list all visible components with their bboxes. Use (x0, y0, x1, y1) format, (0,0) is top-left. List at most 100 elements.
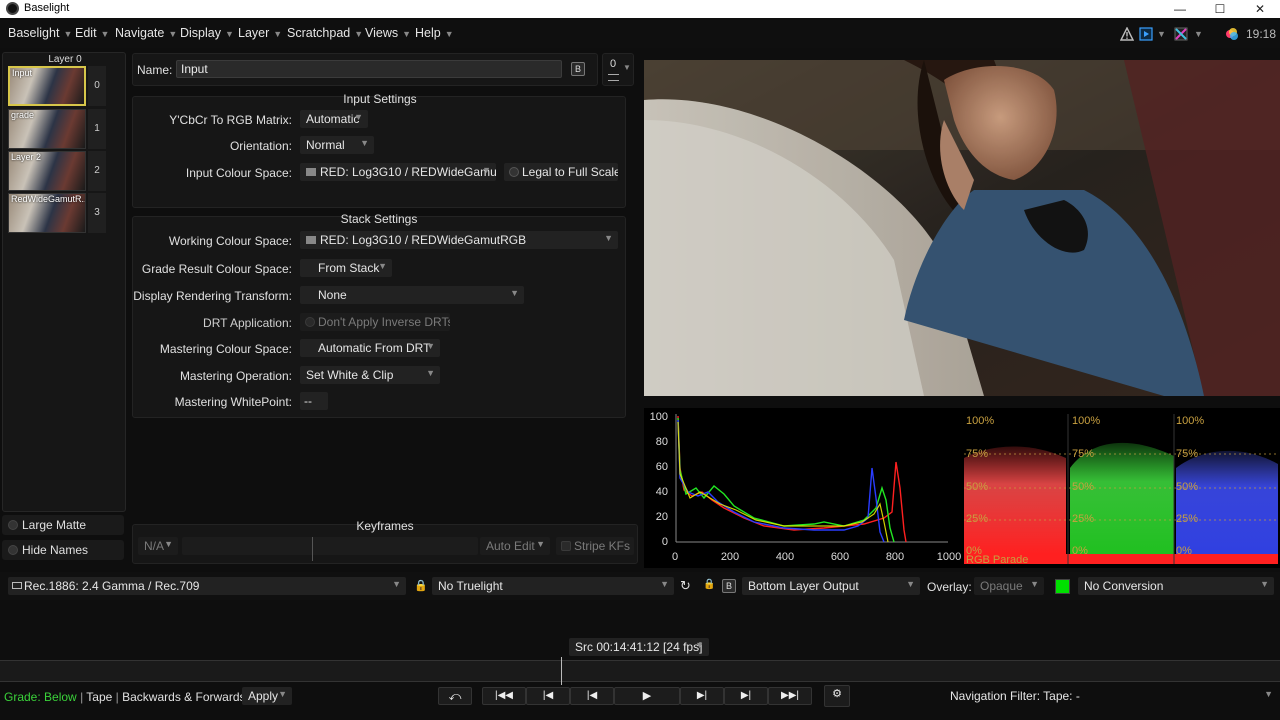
color-check-chevron-icon[interactable]: ▼ (1194, 29, 1203, 39)
next-shot-button[interactable]: ▶| (724, 687, 768, 705)
close-button[interactable]: ✕ (1240, 0, 1280, 18)
histogram-scope: 100 80 60 40 20 0 0 200 400 600 800 1000 (644, 408, 962, 568)
ycbcr-dropdown[interactable]: Automatic ▼ (300, 110, 368, 128)
window-title: Baselight (24, 2, 70, 14)
layer-thumbnail-1[interactable]: grade (8, 109, 86, 149)
mastering-colour-space-label: Mastering Colour Space: (159, 342, 292, 356)
orientation-label: Orientation: (229, 139, 292, 153)
layer-name-input[interactable] (176, 60, 562, 78)
undo-transport-button[interactable]: ⤺ (438, 687, 472, 705)
layer-thumbnail-3[interactable]: RedWideGamutR... (8, 193, 86, 233)
parade-red-75: 75% (966, 448, 988, 460)
drt-dropdown[interactable]: None ▼ (300, 286, 524, 304)
menu-navigate[interactable]: Navigate ▼ (115, 26, 177, 40)
hist-x-tick-800: 800 (886, 551, 904, 563)
timecode-dropdown[interactable]: Src 00:14:41:12 [24 fps] ▼ (569, 638, 709, 656)
lock-icon[interactable]: 🔒 (414, 579, 428, 593)
drt-radio-icon (305, 317, 315, 327)
mastering-operation-dropdown[interactable]: Set White & Clip ▼ (300, 366, 440, 384)
rgb-parade-scope: 100% 100% 100% 75% 75% 75% 50% 50% 50% 2… (962, 408, 1280, 568)
menu-help[interactable]: Help ▼ (415, 26, 454, 40)
layer-thumbnail-2[interactable]: Layer 2 (8, 151, 86, 191)
mastering-colour-space-dropdown[interactable]: Automatic From DRT ▼ (300, 339, 440, 357)
hist-y-tick-80: 80 (656, 436, 668, 448)
refresh-icon[interactable]: ↻ (680, 578, 691, 594)
parade-blue-75: 75% (1176, 448, 1198, 460)
large-matte-toggle[interactable]: Large Matte (2, 515, 124, 535)
grade-result-colour-space-dropdown[interactable]: From Stack ▼ (300, 259, 392, 277)
hist-luma-curve (677, 421, 889, 543)
mastering-operation-label: Mastering Operation: (179, 369, 292, 383)
colour-wheel-icon[interactable] (1225, 27, 1239, 41)
warning-icon[interactable] (1120, 27, 1134, 41)
parade-label: RGB Parade (966, 554, 1028, 566)
input-colour-space-label: Input Colour Space: (185, 166, 292, 180)
viewer-mode-chevron-icon[interactable]: ▼ (1157, 29, 1166, 39)
output-badge-icon[interactable]: B (722, 579, 736, 593)
keyframe-na-dropdown[interactable]: N/A ▼ (138, 537, 178, 555)
auto-edit-dropdown[interactable]: Auto Edit ▼ (480, 537, 550, 555)
go-to-end-button[interactable]: ▶▶| (768, 687, 812, 705)
go-to-start-button[interactable]: |◀◀ (482, 687, 526, 705)
step-forward-button[interactable]: ▶| (680, 687, 724, 705)
drt-application-toggle[interactable]: Don't Apply Inverse DRTs (300, 313, 450, 331)
conversion-dropdown[interactable]: No Conversion ▼ (1078, 577, 1274, 595)
input-settings-title: Input Settings (343, 92, 417, 106)
viewer-mode-icon[interactable] (1139, 27, 1153, 41)
menu-baselight[interactable]: Baselight ▼ (8, 26, 72, 40)
orientation-dropdown[interactable]: Normal ▼ (300, 136, 374, 154)
working-space-icon (306, 236, 316, 244)
grade-result-colour-space-label: Grade Result Colour Space: (141, 262, 292, 276)
apply-dropdown[interactable]: Apply ▼ (242, 687, 292, 705)
minimize-button[interactable]: — (1160, 0, 1200, 18)
truelight-dropdown[interactable]: No Truelight ▼ (432, 577, 674, 595)
mastering-whitepoint-dropdown[interactable]: -- (300, 392, 328, 410)
stripe-radio-icon (561, 541, 571, 551)
menu-layer[interactable]: Layer ▼ (238, 26, 282, 40)
stack-counter-button[interactable]: 0 ▼ (602, 53, 634, 86)
timeline-scrubber[interactable] (0, 657, 1280, 685)
clock: 19:18 (1246, 27, 1277, 41)
display-transform-dropdown[interactable]: Rec.1886: 2.4 Gamma / Rec.709 ▼ (8, 577, 406, 595)
menu-display[interactable]: Display ▼ (180, 26, 234, 40)
layer-thumbnail-0[interactable]: Input (8, 66, 86, 106)
stripe-kfs-toggle[interactable]: Stripe KFs (556, 537, 634, 555)
hide-names-toggle[interactable]: Hide Names (2, 540, 124, 560)
parade-green-75: 75% (1072, 448, 1094, 460)
histogram-chart: 100 80 60 40 20 0 0 200 400 600 800 1000 (650, 411, 962, 563)
hist-x-tick-200: 200 (721, 551, 739, 563)
overlay-colour-swatch[interactable] (1055, 579, 1070, 594)
layers-header: Layer 0 (48, 54, 82, 65)
input-colour-space-dropdown[interactable]: RED: Log3G10 / REDWideGamu ▼ (300, 163, 496, 181)
step-back-button[interactable]: |◀ (570, 687, 614, 705)
play-button[interactable]: ▶ (614, 687, 680, 705)
maximize-button[interactable]: ☐ (1200, 0, 1240, 18)
layer-number-0: 0 (88, 66, 106, 106)
menu-scratchpad[interactable]: Scratchpad ▼ (287, 26, 363, 40)
name-bar-badge-icon[interactable]: B (571, 62, 585, 76)
color-check-icon[interactable] (1174, 27, 1188, 41)
layer-number-1: 1 (88, 109, 106, 149)
grade-mode[interactable]: Grade: Below | Tape | Backwards & Forwar… (4, 690, 258, 704)
overlay-dropdown[interactable]: Opaque ▼ (974, 577, 1044, 595)
layer-number-2: 2 (88, 151, 106, 191)
parade-blue-25: 25% (1176, 513, 1198, 525)
legal-to-full-scale-toggle[interactable]: Legal to Full Scale (504, 163, 618, 181)
link-settings-icon[interactable]: ⚙ (824, 685, 850, 707)
working-colour-space-dropdown[interactable]: RED: Log3G10 / REDWideGamutRGB ▼ (300, 231, 618, 249)
parade-red-100: 100% (966, 415, 994, 427)
overlay-label: Overlay: (927, 580, 972, 594)
menu-edit[interactable]: Edit ▼ (75, 26, 109, 40)
previous-shot-button[interactable]: |◀ (526, 687, 570, 705)
menu-views[interactable]: Views ▼ (365, 26, 411, 40)
keyframes-title: Keyframes (356, 519, 414, 533)
navigation-filter-dropdown[interactable]: Navigation Filter: Tape: - ▼ (944, 687, 1278, 705)
output-lock-icon[interactable]: 🔒 (703, 579, 715, 590)
playhead[interactable] (561, 657, 562, 685)
parade-green-25: 25% (1072, 513, 1094, 525)
keyframe-timeline[interactable] (182, 537, 478, 561)
hist-x-tick-400: 400 (776, 551, 794, 563)
parade-blue-100: 100% (1176, 415, 1204, 427)
output-dropdown[interactable]: Bottom Layer Output ▼ (742, 577, 920, 595)
image-viewer[interactable] (644, 60, 1280, 396)
